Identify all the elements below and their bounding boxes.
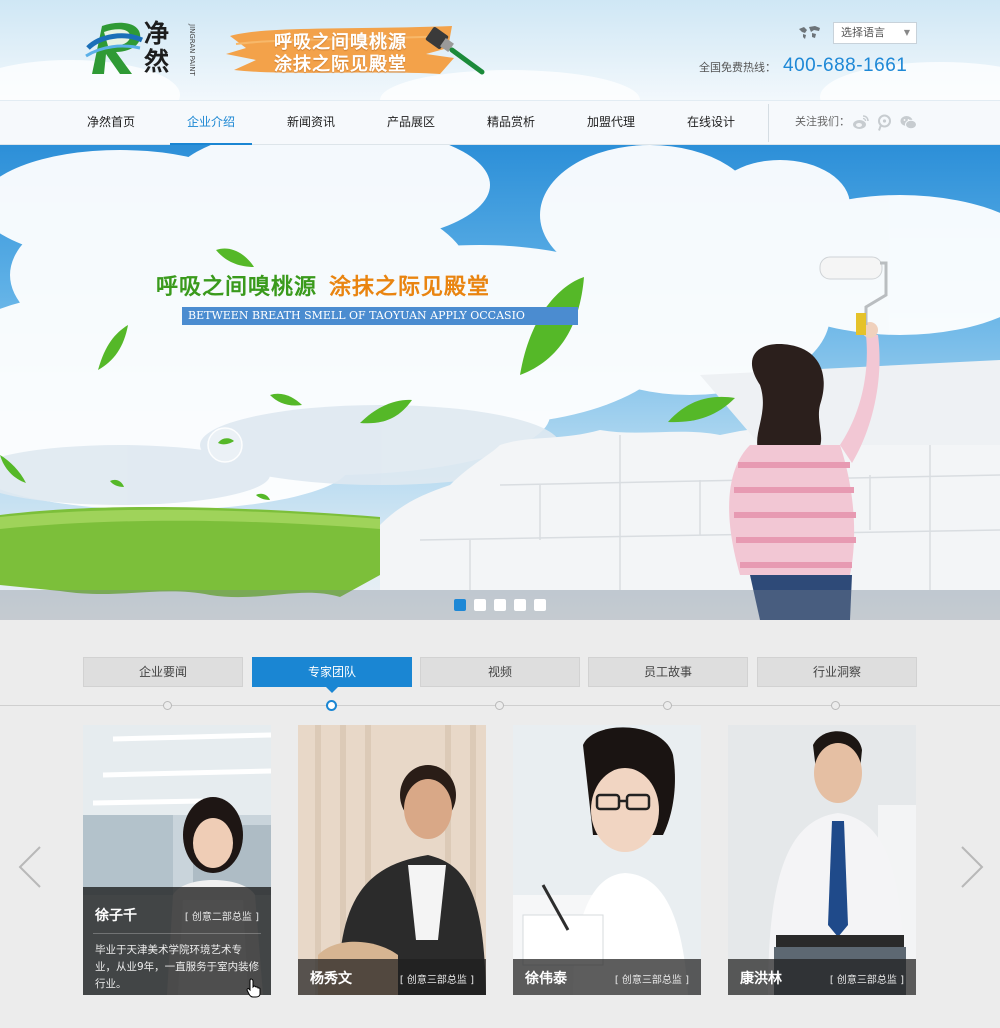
main-nav: 净然首页 企业介绍 新闻资讯 产品展区 精品赏析 加盟代理 在线设计 关注我们： xyxy=(0,100,1000,145)
header-slogan: 呼吸之间嗅桃源 涂抹之际见殿堂 xyxy=(226,20,496,84)
nav-item-franchise[interactable]: 加盟代理 xyxy=(580,101,642,145)
timeline-node xyxy=(163,701,172,710)
member-name: 杨秀文 xyxy=(310,971,352,987)
member-photo xyxy=(298,725,486,995)
member-photo xyxy=(513,725,701,995)
site-logo[interactable]: 净然 JINGRAN PAINT xyxy=(84,18,202,80)
tab-video[interactable]: 视频 xyxy=(420,657,580,687)
timeline-node xyxy=(663,701,672,710)
logo-vertical-text: JINGRAN PAINT xyxy=(188,24,196,76)
member-name: 徐伟泰 xyxy=(525,971,567,987)
nav-item-about[interactable]: 企业介绍 xyxy=(170,101,252,145)
tab-company-news[interactable]: 企业要闻 xyxy=(83,657,243,687)
nav-item-news[interactable]: 新闻资讯 xyxy=(280,101,342,145)
member-detail-panel: 徐子千 [ 创意二部总监 ] 毕业于天津美术学院环境艺术专业，从业9年，一直服务… xyxy=(83,887,271,995)
language-select-value: 选择语言 xyxy=(841,26,885,39)
timeline-node-active xyxy=(326,700,337,711)
member-description: 毕业于天津美术学院环境艺术专业，从业9年，一直服务于室内装修行业。 xyxy=(95,944,260,990)
follow-label: 关注我们： xyxy=(795,115,850,128)
team-card[interactable]: 康洪林 [ 创意三部总监 ] xyxy=(728,725,916,995)
slogan-line-2: 涂抹之际见殿堂 xyxy=(274,54,407,75)
chevron-down-icon: ▼ xyxy=(903,28,910,37)
member-name: 徐子千 xyxy=(95,908,137,924)
active-tab-pointer xyxy=(326,687,338,693)
carousel-next-icon[interactable] xyxy=(956,845,986,889)
nav-item-home[interactable]: 净然首页 xyxy=(80,101,142,145)
logo-r-icon xyxy=(85,22,144,75)
slider-dot-3[interactable] xyxy=(494,599,506,611)
member-photo xyxy=(728,725,916,995)
nav-item-products[interactable]: 产品展区 xyxy=(380,101,442,145)
weibo-icon[interactable] xyxy=(852,114,869,131)
language-select[interactable]: 选择语言 ▼ xyxy=(833,22,917,44)
logo-text: 净然 xyxy=(144,19,169,76)
tab-industry-insight[interactable]: 行业洞察 xyxy=(757,657,917,687)
hero-banner: 呼吸之间嗅桃源 涂抹之际见殿堂 BETWEEN BREATH SMELL OF T… xyxy=(0,145,1000,620)
hotline-label: 全国免费热线： xyxy=(699,61,776,74)
timeline-node xyxy=(495,701,504,710)
site-header: 净然 JINGRAN PAINT 呼吸之间嗅桃源 涂抹之际见殿堂 选择语言 ▼ … xyxy=(0,0,1000,100)
team-card[interactable]: 杨秀文 [ 创意三部总监 ] xyxy=(298,725,486,995)
banner-headline-green: 呼吸之间嗅桃源 xyxy=(156,275,318,300)
hand-cursor-icon xyxy=(246,978,261,998)
slider-dot-5[interactable] xyxy=(534,599,546,611)
member-namebar: 杨秀文 [ 创意三部总监 ] xyxy=(298,959,486,995)
timeline-node xyxy=(831,701,840,710)
banner-subline: BETWEEN BREATH SMELL OF TAOYUAN APPLY OC… xyxy=(182,307,578,325)
detail-divider xyxy=(93,933,261,934)
slider-dot-1[interactable] xyxy=(454,599,466,611)
banner-headline-orange: 涂抹之际见殿堂 xyxy=(329,275,491,300)
slider-dot-4[interactable] xyxy=(514,599,526,611)
member-role: [ 创意三部总监 ] xyxy=(829,975,904,986)
paintbrush-icon xyxy=(425,27,485,75)
nav-item-design[interactable]: 在线设计 xyxy=(680,101,742,145)
member-name: 康洪林 xyxy=(740,971,782,987)
hotline-number[interactable]: 400-688-1661 xyxy=(783,55,907,77)
world-map-icon xyxy=(799,26,820,39)
member-namebar: 康洪林 [ 创意三部总监 ] xyxy=(728,959,916,995)
wechat-icon[interactable] xyxy=(900,114,917,131)
member-namebar: 徐伟泰 [ 创意三部总监 ] xyxy=(513,959,701,995)
nav-divider xyxy=(768,104,769,142)
banner-headline: 呼吸之间嗅桃源 涂抹之际见殿堂 xyxy=(156,269,490,301)
tab-expert-team[interactable]: 专家团队 xyxy=(252,657,412,687)
slider-dot-2[interactable] xyxy=(474,599,486,611)
team-card[interactable]: 徐伟泰 [ 创意三部总监 ] xyxy=(513,725,701,995)
member-role: [ 创意三部总监 ] xyxy=(614,975,689,986)
team-card[interactable]: 徐子千 [ 创意二部总监 ] 毕业于天津美术学院环境艺术专业，从业9年，一直服务… xyxy=(83,725,271,995)
tencent-weibo-icon[interactable] xyxy=(876,114,893,131)
member-role: [ 创意三部总监 ] xyxy=(399,975,474,986)
carousel-prev-icon[interactable] xyxy=(16,845,46,889)
tab-employee-stories[interactable]: 员工故事 xyxy=(588,657,748,687)
nav-item-showcase[interactable]: 精品赏析 xyxy=(480,101,542,145)
banner-scene-graphic xyxy=(0,145,1000,620)
member-role: [ 创意二部总监 ] xyxy=(184,912,259,923)
